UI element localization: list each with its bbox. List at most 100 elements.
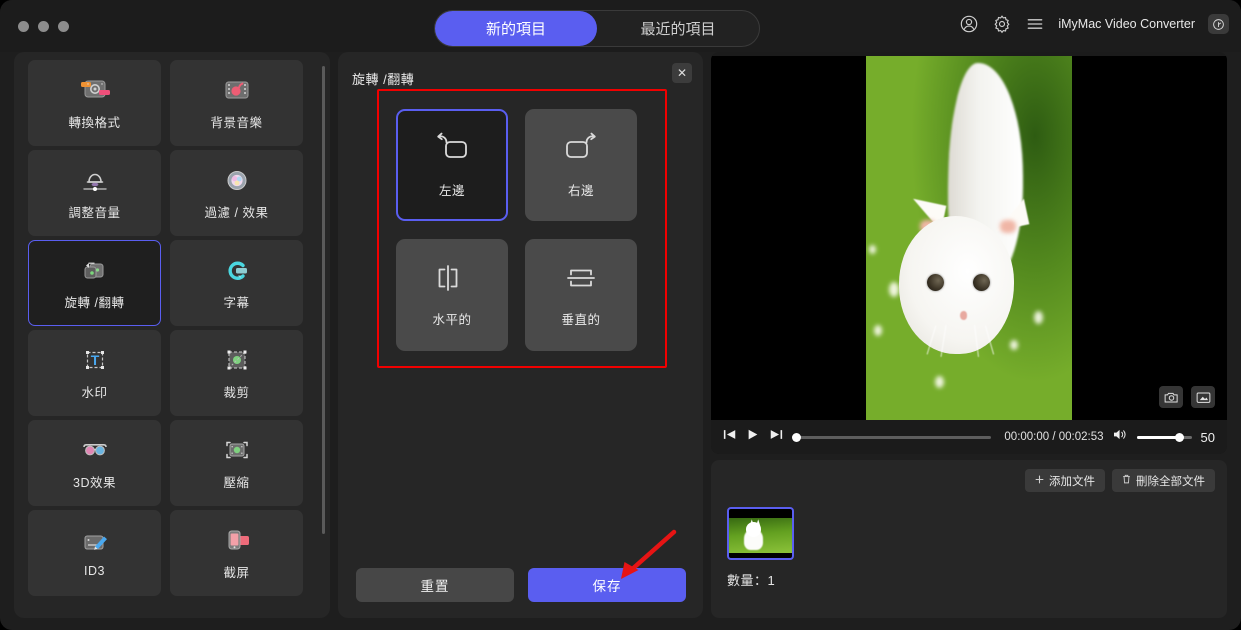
screenshot-icon [220,526,254,556]
volume-slider[interactable] [1136,432,1192,442]
file-count-label: 數量：1 [727,573,776,588]
svg-text:T: T [90,352,99,368]
tools-sidebar: 轉換格式 背景音樂 調整音量 過濾 / 效果 旋轉 /翻轉 字幕 T 水印 裁剪… [14,52,330,618]
sidebar-item-label: 字幕 [223,295,250,310]
fullscreen-icon[interactable] [1191,386,1215,408]
sidebar-item-label: 壓縮 [223,475,250,490]
sidebar-item-label: 3D效果 [73,475,116,490]
sidebar-item-label: 裁剪 [223,385,250,400]
sidebar-item-convert-format[interactable]: 轉換格式 [28,60,161,146]
flip-vertical-option[interactable]: 垂直的 [525,239,637,351]
volume-icon[interactable] [1113,428,1128,446]
sidebar-item-background-music[interactable]: 背景音樂 [170,60,303,146]
app-window: 新的項目 最近的項目 iMyMac Video Converter 轉換格式 背… [0,0,1241,630]
panel-title: 旋轉 /翻轉 [352,72,415,87]
reset-button[interactable]: 重置 [356,568,514,602]
sidebar-item-screenshot[interactable]: 截屏 [170,510,303,596]
app-title: iMyMac Video Converter [1058,17,1195,31]
snapshot-camera-icon[interactable] [1159,386,1183,408]
tools-grid: 轉換格式 背景音樂 調整音量 過濾 / 效果 旋轉 /翻轉 字幕 T 水印 裁剪… [28,60,324,610]
minimize-window-button[interactable] [38,21,49,32]
panel-buttons: 重置 保存 [356,568,686,602]
sidebar-item-rotate-flip[interactable]: 旋轉 /翻轉 [28,240,161,326]
time-display: 00:00:00 / 00:02:53 [1004,431,1104,443]
previous-icon[interactable] [723,428,737,446]
flip-horizontal-option[interactable]: 水平的 [396,239,508,351]
save-button[interactable]: 保存 [528,568,686,602]
sidebar-item-id3[interactable]: ID3 [28,510,161,596]
rotate-left-icon [431,132,473,164]
menu-icon[interactable] [1025,14,1045,34]
close-icon[interactable]: ✕ [672,63,692,83]
delete-all-files-button[interactable]: 刪除全部文件 [1112,469,1215,492]
volume-value: 50 [1200,429,1215,445]
play-icon[interactable] [746,428,760,446]
adjust-volume-icon [78,166,112,196]
volume-fill [1136,435,1179,439]
sidebar-item-subtitle[interactable]: 字幕 [170,240,303,326]
sidebar-item-filter-effects[interactable]: 過濾 / 效果 [170,150,303,236]
add-file-label: 添加文件 [1049,475,1095,488]
sidebar-item-watermark[interactable]: T 水印 [28,330,161,416]
volume-handle[interactable] [1174,432,1184,442]
flip-horizontal-label: 水平的 [432,312,472,327]
crop-icon [220,346,254,376]
title-bar: 新的項目 最近的項目 iMyMac Video Converter [0,0,1241,52]
account-icon[interactable] [959,14,979,34]
rotate-right-icon [560,132,602,164]
window-controls [18,21,69,32]
rotate-left-option[interactable]: 左邊 [396,109,508,221]
sidebar-item-adjust-volume[interactable]: 調整音量 [28,150,161,236]
rotate-left-label: 左邊 [438,183,465,198]
rotate-right-label: 右邊 [567,183,594,198]
sidebar-item-label: 背景音樂 [210,115,263,130]
sidebar-item-label: 過濾 / 效果 [204,205,269,220]
flip-vertical-label: 垂直的 [561,312,601,327]
thumbnail-image [729,518,792,553]
subtitle-icon [220,256,254,286]
preview-action-icons [1159,386,1215,408]
tab-new-project[interactable]: 新的項目 [435,11,597,46]
rotate-right-option[interactable]: 右邊 [525,109,637,221]
header-actions: iMyMac Video Converter [959,14,1229,34]
next-icon[interactable] [769,428,783,446]
3d-effect-icon [78,436,112,466]
trash-icon [1122,474,1131,487]
video-frame [866,56,1072,420]
app-logo-icon[interactable] [1208,14,1229,34]
delete-all-files-label: 刪除全部文件 [1136,475,1205,488]
flip-horizontal-icon [433,263,471,293]
maximize-window-button[interactable] [58,21,69,32]
sidebar-item-label: 旋轉 /翻轉 [64,295,125,310]
add-file-button[interactable]: 添加文件 [1025,469,1105,492]
sidebar-item-label: 調整音量 [68,205,121,220]
filter-effects-icon [220,166,254,196]
file-list-actions: 添加文件 刪除全部文件 [1025,469,1215,492]
sidebar-item-label: 截屏 [223,565,250,580]
gear-icon[interactable] [992,14,1012,34]
kitten-video-image [866,56,1072,420]
video-preview: 00:00:00 / 00:02:53 50 [711,52,1227,454]
seek-bar[interactable] [792,432,992,442]
file-list-panel: 添加文件 刪除全部文件 數量：1 [711,460,1227,618]
video-stage[interactable] [711,56,1227,420]
player-controls: 00:00:00 / 00:02:53 50 [711,420,1227,454]
sidebar-item-crop[interactable]: 裁剪 [170,330,303,416]
sidebar-item-label: 轉換格式 [68,115,121,130]
seek-handle[interactable] [792,432,801,442]
compress-icon [220,436,254,466]
plus-icon [1035,475,1044,487]
sidebar-item-label: 水印 [81,385,108,400]
tab-recent-project-label: 最近的項目 [640,21,716,38]
watermark-icon: T [78,346,112,376]
close-window-button[interactable] [18,21,29,32]
sidebar-scrollbar[interactable] [322,66,325,534]
id3-tag-icon [78,528,112,558]
sidebar-item-3d-effect[interactable]: 3D效果 [28,420,161,506]
background-music-icon [220,76,254,106]
tab-recent-project[interactable]: 最近的項目 [597,11,759,46]
tab-new-project-label: 新的項目 [485,21,546,38]
video-thumbnail[interactable] [727,507,794,560]
sidebar-item-compress[interactable]: 壓縮 [170,420,303,506]
project-tabs: 新的項目 最近的項目 [434,10,760,47]
